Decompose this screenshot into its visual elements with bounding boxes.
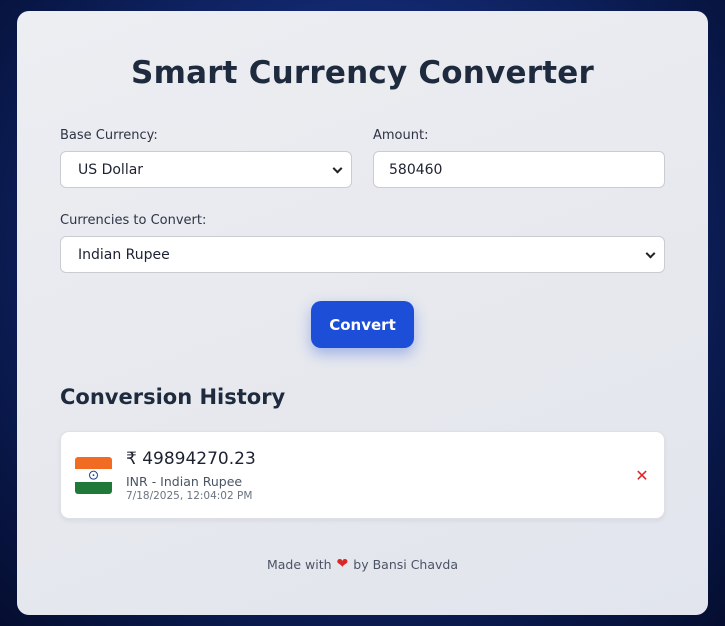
amount-label: Amount: (373, 128, 429, 143)
chevron-down-icon (332, 163, 343, 174)
base-currency-label: Base Currency: (60, 128, 158, 143)
targets-label: Currencies to Convert: (60, 213, 207, 228)
currency-name: INR - Indian Rupee (126, 474, 243, 489)
converter-card: Smart Currency Converter Base Currency: … (17, 11, 708, 615)
footer: Made with ❤ by Bansi Chavda (17, 556, 708, 572)
converted-amount: ₹ 49894270.23 (126, 449, 256, 469)
target-currencies-value: Indian Rupee (78, 246, 170, 263)
footer-prefix: Made with (266, 556, 332, 572)
india-flag-icon (75, 457, 112, 494)
convert-button[interactable]: Convert (311, 301, 414, 348)
history-title: Conversion History (60, 385, 286, 409)
base-currency-select[interactable]: US Dollar (60, 151, 352, 188)
amount-input-value: 580460 (389, 161, 443, 178)
heart-icon: ❤ (336, 556, 349, 572)
conversion-timestamp: 7/18/2025, 12:04:02 PM (126, 490, 253, 502)
history-item: ₹ 49894270.23 INR - Indian Rupee 7/18/20… (60, 431, 665, 519)
amount-input[interactable]: 580460 (373, 151, 665, 188)
chevron-down-icon (645, 248, 656, 259)
close-icon[interactable]: ✕ (635, 466, 649, 485)
footer-suffix: by Bansi Chavda (353, 556, 459, 572)
base-currency-value: US Dollar (78, 161, 144, 178)
page-title: Smart Currency Converter (131, 55, 594, 91)
target-currencies-select[interactable]: Indian Rupee (60, 236, 665, 273)
